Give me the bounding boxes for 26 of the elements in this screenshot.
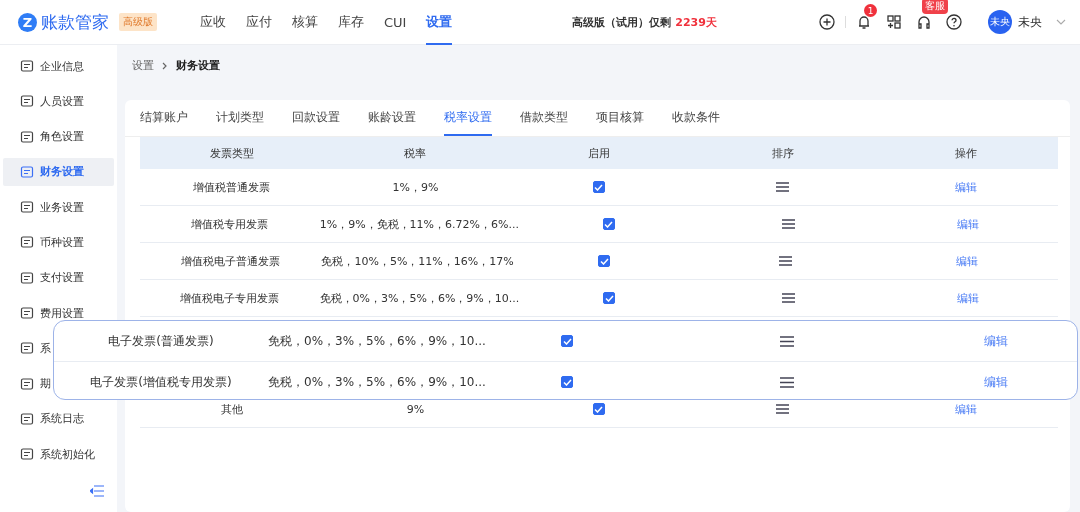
notification-count: 1	[864, 4, 877, 17]
edition-badge: 高级版	[119, 13, 157, 31]
table-cell-text: 其他	[219, 401, 244, 417]
table-cell-text: 电子发票(增值税专用发票)	[89, 373, 233, 391]
table-cell-text: 免税，0%，3%，5%，6%，9%，10...	[268, 332, 487, 350]
column-header: 操作	[954, 145, 979, 161]
column-header: 发票类型	[208, 145, 255, 161]
table-cell-text: 1%，9%	[391, 179, 440, 195]
breadcrumb-current: 财务设置	[176, 58, 220, 73]
service-badge: 客服	[922, 0, 948, 14]
logo-mark: Z	[18, 12, 37, 32]
app-name: 账款管家	[41, 10, 109, 34]
table-cell-text: 电子发票(普通发票)	[107, 332, 215, 350]
table-cell-text: 增值税电子普通发票	[180, 253, 282, 269]
table-cell-text: 增值税普通发票	[192, 179, 272, 195]
column-header: 排序	[770, 145, 795, 161]
trial-notice: 高级版（试用）仅剩 2239天	[572, 14, 717, 30]
table-cell-text: 增值税电子专用发票	[179, 290, 281, 306]
table-cell: 免税，0%，3%，5%，6%，9%，10...	[319, 290, 520, 306]
table-cell-text: 增值税专用发票	[190, 216, 270, 232]
column-header: 税率	[403, 145, 428, 161]
table-cell-text: 免税，0%，3%，5%，6%，9%，10...	[268, 373, 487, 391]
table-cell-text: 9%	[405, 402, 426, 416]
table-cell: 免税，10%，5%，11%，16%，17%	[321, 253, 514, 269]
table-cell: 1%，9%，免税，11%，6.72%，6%...	[319, 216, 519, 232]
column-header: 启用	[587, 145, 611, 161]
